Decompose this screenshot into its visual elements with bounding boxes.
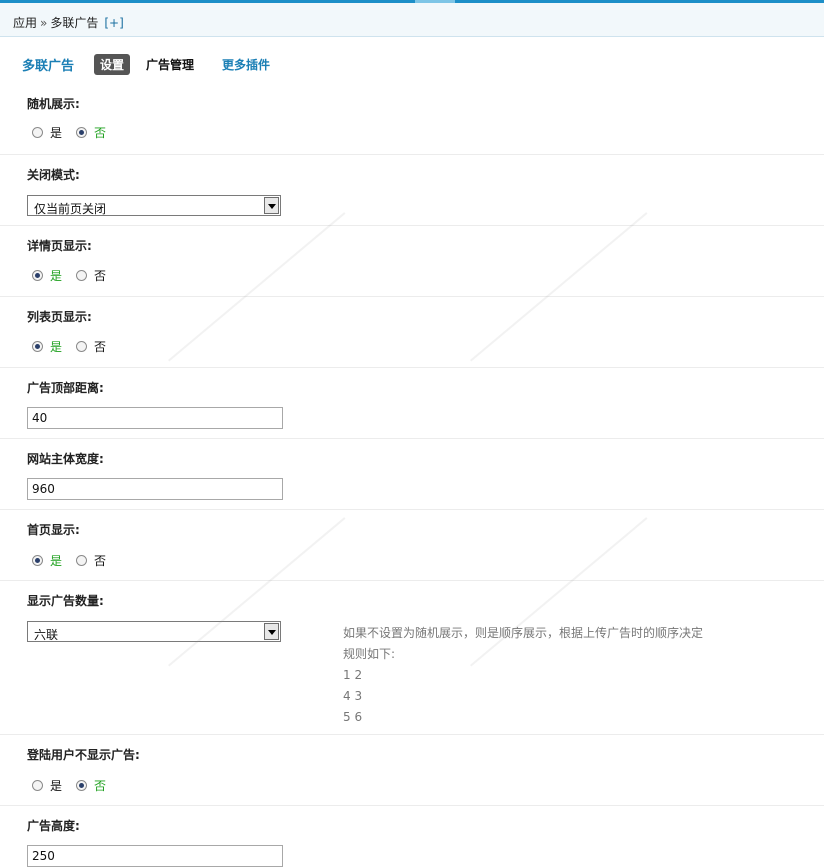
select-value: 仅当前页关闭 [34,202,107,216]
field-label: 列表页显示: [27,310,92,324]
field-label: 广告高度: [27,819,80,833]
setting-random: 随机展示: 是 否 [0,85,824,155]
breadcrumb-separator: » [40,16,48,30]
hint-line: 如果不设置为随机展示，则是顺序展示，根据上传广告时的顺序决定 [343,626,704,640]
field-label: 随机展示: [27,97,80,111]
close-mode-select[interactable]: 仅当前页关闭 [27,195,281,216]
chevron-down-icon[interactable] [264,623,279,640]
radio-dot[interactable] [32,780,43,791]
field-label: 网站主体宽度: [27,452,104,466]
list-radio-group: 是 否 [32,338,120,355]
ad-height-input[interactable] [27,845,283,867]
field-label: 显示广告数量: [27,594,104,608]
setting-home-page: 首页显示: 是 否 [0,510,824,581]
setting-site-width: 网站主体宽度: [0,439,824,510]
random-radio-group: 是 否 [32,124,120,141]
radio-label: 否 [94,340,107,354]
field-label: 详情页显示: [27,239,92,253]
logged-in-radio-group: 是 否 [32,777,120,794]
hint-line: 4 3 [343,689,363,703]
list-yes-radio[interactable]: 是 [32,338,62,355]
logged-in-no-radio[interactable]: 否 [76,777,106,794]
radio-dot[interactable] [32,127,43,138]
radio-label: 是 [50,554,63,568]
radio-dot[interactable] [32,341,43,352]
chevron-down-icon[interactable] [264,197,279,214]
list-no-radio[interactable]: 否 [76,338,106,355]
breadcrumb-current: 多联广告 [50,16,99,30]
home-yes-radio[interactable]: 是 [32,552,62,569]
random-no-radio[interactable]: 否 [76,124,106,141]
field-label: 登陆用户不显示广告: [27,748,140,762]
ad-count-select[interactable]: 六联 [27,621,281,642]
breadcrumb-root[interactable]: 应用 [13,16,37,30]
radio-label: 是 [50,126,63,140]
breadcrumb-bar: 应用» 多联广告 [+] [0,3,824,37]
plugin-nav: 多联广告 设置 广告管理 更多插件 [22,53,286,75]
hint-line: 5 6 [343,710,363,724]
radio-label: 是 [50,779,63,793]
setting-logged-in: 登陆用户不显示广告: 是 否 [0,735,824,806]
select-value: 六联 [34,628,59,642]
setting-top-distance: 广告顶部距离: [0,368,824,439]
setting-detail-page: 详情页显示: 是 否 [0,226,824,297]
radio-dot[interactable] [76,270,88,281]
radio-label: 否 [94,779,107,793]
field-label: 广告顶部距离: [27,381,104,395]
setting-list-page: 列表页显示: 是 否 [0,297,824,368]
site-width-input[interactable] [27,478,283,500]
top-distance-input[interactable] [27,407,283,429]
home-radio-group: 是 否 [32,552,120,569]
random-yes-radio[interactable]: 是 [32,124,62,141]
breadcrumb: 应用» 多联广告 [+] [13,14,124,31]
logged-in-yes-radio[interactable]: 是 [32,777,62,794]
radio-label: 是 [50,269,63,283]
radio-dot[interactable] [76,555,88,566]
hint-line: 规则如下: [343,647,396,661]
radio-dot[interactable] [32,270,43,281]
hint-line: 1 2 [343,668,363,682]
tab-settings[interactable]: 设置 [94,53,131,75]
ad-count-hint: 如果不设置为随机展示，则是顺序展示，根据上传广告时的顺序决定 规则如下: 1 2… [343,623,703,728]
add-shortcut-link[interactable]: [+] [104,16,123,30]
setting-close-mode: 关闭模式: 仅当前页关闭 [0,155,824,226]
field-label: 关闭模式: [27,168,80,182]
radio-label: 否 [94,554,107,568]
radio-dot[interactable] [76,780,88,791]
plugin-title: 多联广告 [22,58,75,74]
home-no-radio[interactable]: 否 [76,552,106,569]
radio-dot[interactable] [76,127,88,138]
more-plugins-link[interactable]: 更多插件 [216,54,276,75]
field-label: 首页显示: [27,523,80,537]
detail-yes-radio[interactable]: 是 [32,267,62,284]
setting-ad-height: 广告高度: [0,806,824,867]
radio-label: 是 [50,340,63,354]
radio-label: 否 [94,126,107,140]
tab-ad-management[interactable]: 广告管理 [140,54,200,75]
detail-radio-group: 是 否 [32,267,120,284]
radio-dot[interactable] [32,555,43,566]
radio-dot[interactable] [76,341,88,352]
radio-label: 否 [94,269,107,283]
detail-no-radio[interactable]: 否 [76,267,106,284]
